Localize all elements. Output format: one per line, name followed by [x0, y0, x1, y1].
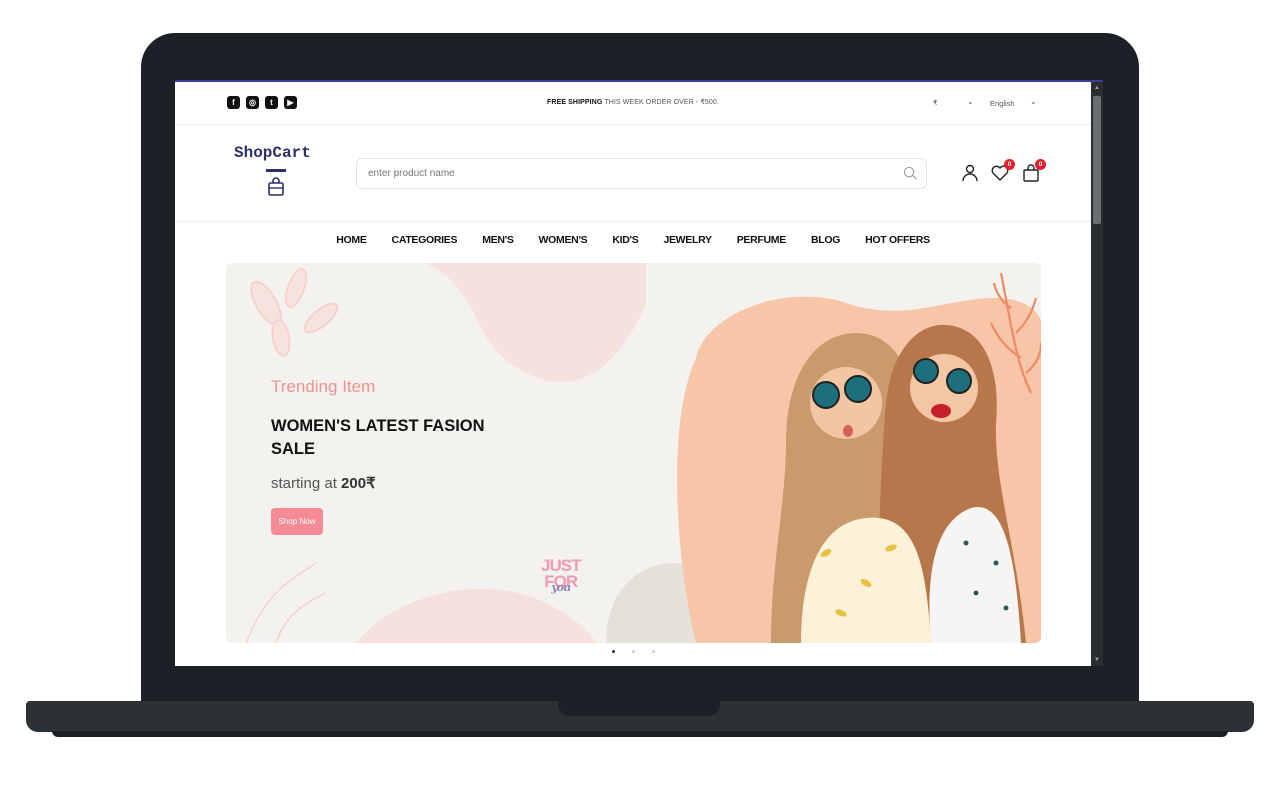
language-select[interactable]: English	[990, 99, 1015, 108]
nav-jewelry[interactable]: JEWELRY	[651, 234, 724, 246]
nav-perfume[interactable]: PERFUME	[724, 234, 798, 246]
nav-kids[interactable]: KID'S	[600, 234, 651, 246]
carousel-dot-3[interactable]	[651, 650, 655, 653]
nav-categories[interactable]: CATEGORIES	[379, 234, 470, 246]
user-icon[interactable]	[960, 163, 980, 183]
bag-logo-icon	[268, 177, 284, 196]
cart-button[interactable]: 0	[1021, 159, 1046, 183]
chevron-down-icon[interactable]: ⌄	[1030, 97, 1037, 106]
price-prefix: starting at	[271, 475, 342, 492]
logo-underline	[266, 169, 286, 172]
scroll-down-arrow[interactable]: ▼	[1093, 656, 1101, 664]
wishlist-count-badge: 0	[1004, 159, 1015, 170]
currency-select[interactable]: ₹	[933, 99, 937, 107]
vertical-scrollbar[interactable]: ▲ ▼	[1091, 82, 1103, 666]
main-nav: HOME CATEGORIES MEN'S WOMEN'S KID'S JEWE…	[175, 234, 1091, 246]
shipping-announcement: FREE SHIPPING THIS WEEK ORDER OVER - ₹50…	[175, 98, 1091, 106]
carousel-dot-2[interactable]	[631, 650, 635, 653]
laptop-notch	[558, 701, 720, 716]
nav-hot-offers[interactable]: HOT OFFERS	[853, 234, 943, 246]
browser-screen: f ◎ t ▶ FREE SHIPPING THIS WEEK ORDER OV…	[175, 80, 1103, 666]
scrollbar-thumb[interactable]	[1093, 96, 1101, 224]
nav-mens[interactable]: MEN'S	[470, 234, 526, 246]
nav-home[interactable]: HOME	[324, 234, 379, 246]
search-input[interactable]	[357, 159, 877, 188]
nav-blog[interactable]: BLOG	[798, 234, 852, 246]
hero-subtitle: Trending Item	[271, 377, 376, 396]
cart-count-badge: 0	[1035, 159, 1046, 170]
carousel-dot-1[interactable]	[611, 650, 615, 653]
search-bar	[356, 158, 927, 189]
chevron-down-icon[interactable]: ⌄	[967, 97, 974, 106]
hero-price: 200₹	[341, 475, 376, 492]
hero-price-line: starting at 200₹	[271, 474, 376, 492]
carousel-dots	[175, 650, 1091, 653]
shop-now-button[interactable]: Shop Now	[271, 508, 323, 535]
site-header: ShopCart 0	[175, 126, 1091, 222]
just-for-you-badge: JUST FOR you	[541, 557, 581, 596]
top-bar: f ◎ t ▶ FREE SHIPPING THIS WEEK ORDER OV…	[175, 82, 1091, 125]
site-logo[interactable]: ShopCart	[234, 144, 311, 162]
shipping-text: THIS WEEK ORDER OVER - ₹500.	[602, 99, 719, 106]
shipping-bold: FREE SHIPPING	[547, 99, 603, 106]
laptop-base-shadow	[52, 731, 1228, 737]
nav-womens[interactable]: WOMEN'S	[526, 234, 600, 246]
hero-title: WOMEN'S LATEST FASION SALE	[271, 417, 485, 458]
wishlist-button[interactable]: 0	[990, 159, 1015, 183]
scroll-up-arrow[interactable]: ▲	[1093, 84, 1101, 92]
hero-banner: Trending Item WOMEN'S LATEST FASION SALE…	[226, 263, 1041, 643]
search-icon[interactable]	[903, 166, 918, 181]
